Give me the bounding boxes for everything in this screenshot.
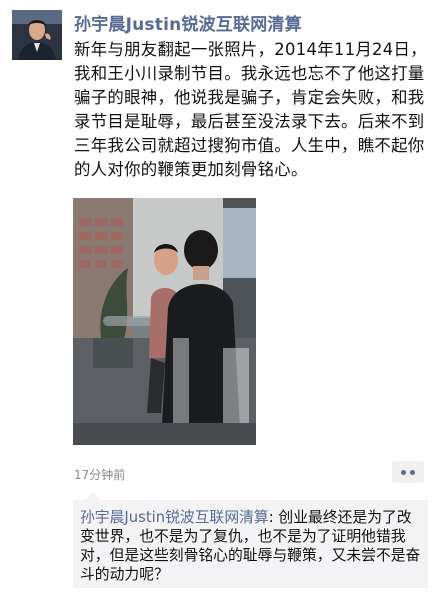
dot-icon	[410, 469, 415, 475]
comment-area: 孙宇晨Justin锐波互联网清算: 创业最终还是为了改变世界，也不是为了复仇，也…	[73, 492, 428, 588]
post-text: 新年与朋友翻起一张照片，2014年11月24日，我和王小川录制节目。我永远也忘不…	[74, 40, 427, 179]
post-timestamp: 17分钟前	[74, 468, 126, 482]
post-photo[interactable]	[73, 198, 256, 445]
comment-author[interactable]: 孙宇晨Justin锐波互联网清算	[80, 509, 269, 526]
avatar[interactable]	[12, 10, 62, 60]
comment-item[interactable]: 孙宇晨Justin锐波互联网清算: 创业最终还是为了改变世界，也不是为了复仇，也…	[80, 508, 424, 584]
more-dots-icon[interactable]	[392, 461, 424, 483]
dot-icon	[401, 469, 406, 475]
comment-separator: :	[268, 509, 279, 526]
moment-post: 孙宇晨Justin锐波互联网清算 新年与朋友翻起一张照片，2014年11月24日…	[0, 0, 440, 594]
post-author-name[interactable]: 孙宇晨Justin锐波互联网清算	[74, 10, 302, 35]
